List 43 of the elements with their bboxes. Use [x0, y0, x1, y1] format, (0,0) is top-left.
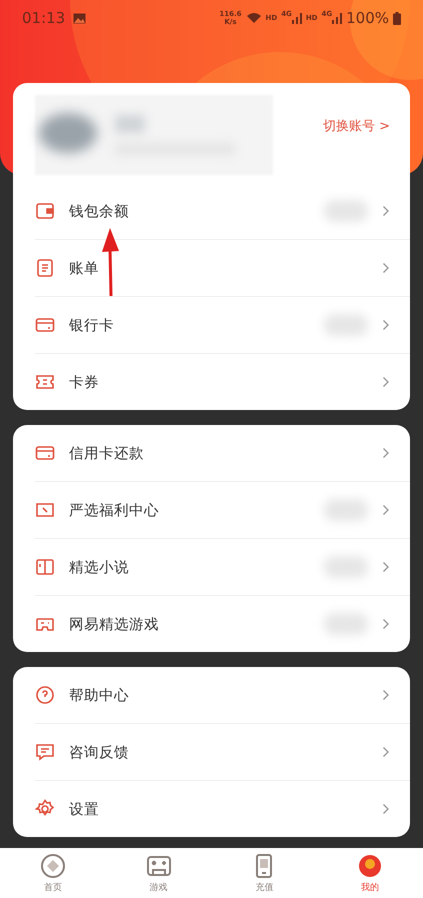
chevron-icon: [382, 618, 390, 630]
battery-icon: [393, 12, 401, 24]
menu-item[interactable]: 卡券: [35, 354, 410, 410]
document-icon: [35, 258, 55, 278]
image-icon: [73, 12, 86, 24]
card-icon: [35, 315, 55, 335]
chevron-icon: [382, 689, 390, 701]
wallet-icon: [35, 201, 55, 221]
menu-item[interactable]: 银行卡: [35, 297, 410, 354]
chevron-icon: [382, 262, 390, 274]
battery-level: 100%: [346, 9, 389, 27]
tab-item[interactable]: 游戏: [128, 852, 189, 898]
ticket-icon: [35, 372, 55, 392]
chat-icon: [35, 742, 55, 762]
menu-item[interactable]: 信用卡还款: [35, 425, 410, 482]
card-icon: [35, 443, 55, 463]
status-time: 01:13: [22, 9, 66, 27]
chevron-icon: [382, 746, 390, 758]
tab-item[interactable]: 我的: [340, 852, 400, 898]
menu-item[interactable]: 咨询反馈: [35, 724, 410, 781]
menu-item[interactable]: 设置: [35, 781, 410, 837]
signal-icon: [292, 12, 302, 24]
book-icon: [35, 557, 55, 577]
tab-item[interactable]: 充值: [234, 852, 294, 898]
chevron-icon: [382, 803, 390, 815]
chevron-icon: [382, 504, 390, 516]
tab-item[interactable]: 首页: [22, 852, 83, 898]
menu-item[interactable]: 严选福利中心: [35, 482, 410, 539]
chevron-icon: [382, 319, 390, 331]
menu-item[interactable]: 钱包余额: [35, 183, 410, 240]
signal-icon: [332, 12, 342, 24]
wifi-icon: [246, 12, 262, 24]
menu-item[interactable]: 网易精选游戏: [35, 596, 410, 652]
switch-account-link[interactable]: 切换账号 >: [322, 117, 390, 135]
chevron-icon: [382, 447, 390, 459]
menu-item[interactable]: 精选小说: [35, 539, 410, 596]
chevron-icon: [382, 561, 390, 573]
chevron-icon: [382, 376, 390, 388]
coupon-icon: [35, 500, 55, 520]
chevron-icon: [382, 205, 390, 217]
help-icon: [35, 685, 55, 705]
home-icon: [38, 852, 67, 880]
menu-item[interactable]: 帮助中心: [35, 667, 410, 724]
